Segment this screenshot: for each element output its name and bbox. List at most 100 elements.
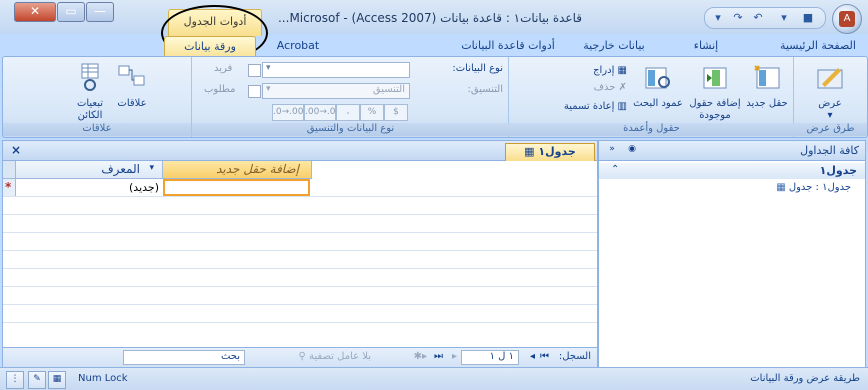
empty-row — [3, 287, 597, 305]
required-checkbox[interactable] — [248, 85, 261, 98]
first-record-button[interactable]: ⏮ — [540, 350, 549, 364]
window-title: قاعدة بيانات١ : قاعدة بيانات (Access 200… — [277, 11, 582, 25]
datasheet-view-icon[interactable]: ▦ — [48, 371, 66, 389]
last-record-button[interactable]: ⏭ — [434, 350, 443, 364]
insert-label: إدراج — [593, 65, 615, 76]
nav-pane-header[interactable]: كافة الجداول ◉ » — [599, 141, 865, 161]
new-record-field-cell[interactable] — [163, 179, 310, 196]
tab-external-data[interactable]: بيانات خارجية — [572, 36, 656, 56]
column-sort-arrow-icon: ▾ — [149, 163, 154, 173]
data-type-combo[interactable]: ▾ — [262, 62, 410, 78]
close-window-button[interactable]: ✕ — [14, 2, 56, 22]
filter-label: بلا عامل تصفية — [309, 351, 371, 362]
office-button[interactable]: A — [832, 4, 862, 34]
customize-icon[interactable]: ▾ — [711, 11, 725, 25]
document-tabs: × جدول١ ▦ — [3, 141, 597, 161]
undo-dropdown-icon[interactable]: ▾ — [777, 11, 791, 25]
tab-home[interactable]: الصفحة الرئيسية — [776, 36, 860, 56]
office-logo-icon: A — [839, 11, 855, 27]
format-combo-value: التنسيق — [372, 84, 405, 95]
tab-datasheet[interactable]: ورقة بيانات — [164, 36, 256, 57]
view-button[interactable]: عرض ▾ — [804, 62, 856, 122]
nav-pane-title: كافة الجداول — [800, 144, 859, 157]
comma-button[interactable]: ، — [336, 104, 360, 121]
decrease-decimals-button[interactable]: ‎.00→.0 — [304, 104, 336, 121]
column-header-add-field[interactable]: إضافة حقل جديد — [163, 161, 312, 179]
datasheet-grid: المعرف ▾ إضافة حقل جديد * (جديد) — [3, 161, 597, 347]
group-relationships-label: علاقات — [3, 123, 191, 136]
access-window: ✕ ▭ — أدوات الجدول قاعدة بيانات١ : قاعدة… — [0, 0, 868, 390]
search-box[interactable]: بحث — [123, 350, 245, 365]
record-label: السجل: — [558, 351, 591, 362]
filter-status[interactable]: بلا عامل تصفية ⚲ — [299, 350, 371, 364]
datasheet-document: × جدول١ ▦ المعرف ▾ إضافة حقل جديد * (جدي… — [2, 140, 598, 368]
group-data-type-formatting-label: نوع البيانات والتنسيق — [192, 123, 509, 136]
new-record-id-value: (جديد) — [129, 181, 159, 194]
design-view-icon[interactable]: ✎ — [28, 371, 46, 389]
group-data-type-formatting: نوع البيانات: ▾ التنسيق: التنسيق ▾ $ % ،… — [191, 57, 509, 137]
new-record-button[interactable]: ▸✱ — [414, 350, 427, 364]
document-tab-table1[interactable]: جدول١ ▦ — [505, 143, 595, 161]
record-position-value: ١ ل ١ — [489, 351, 514, 362]
delete-column-button[interactable]: ✗ حذف — [549, 82, 627, 93]
new-field-label: حقل جديد — [746, 98, 788, 109]
close-document-icon[interactable]: × — [11, 143, 21, 157]
ribbon: عرض ▾ طرق عرض حقل جديد إضافة حقول موجودة… — [2, 56, 868, 138]
navigation-pane: كافة الجداول ◉ » ⌃ جدول١ جدول١ : جدول ▦ — [598, 140, 866, 368]
group-views: عرض ▾ طرق عرض — [793, 57, 867, 137]
delete-column-icon: ✗ — [615, 82, 627, 93]
collapse-group-icon: ⌃ — [611, 164, 620, 175]
select-all-corner[interactable] — [3, 161, 16, 179]
empty-row — [3, 305, 597, 323]
nav-pane-menu-icon[interactable]: ◉ — [625, 144, 639, 156]
table-icon: ▦ — [524, 145, 535, 158]
group-fields-columns-label: حقول وأعمدة — [509, 123, 794, 136]
rename-label: إعادة تسمية — [563, 101, 615, 112]
empty-row — [3, 215, 597, 233]
current-record-field[interactable]: ١ ل ١ — [461, 350, 519, 365]
maximize-window-button[interactable]: ▭ — [57, 2, 85, 22]
new-record-id-cell[interactable]: (جديد) — [17, 179, 163, 196]
new-record-selector[interactable]: * — [3, 179, 16, 196]
previous-record-button[interactable]: ◂ — [530, 350, 535, 364]
undo-icon[interactable]: ↶ — [751, 11, 765, 25]
ribbon-tabs: ? الصفحة الرئيسية إنشاء بيانات خارجية أد… — [0, 34, 868, 86]
unique-checkbox[interactable] — [248, 64, 261, 77]
save-icon[interactable]: ■ — [801, 11, 815, 25]
increase-decimals-button[interactable]: ‎.0→.00 — [272, 104, 304, 121]
search-placeholder: بحث — [220, 351, 240, 362]
currency-button[interactable]: $ — [384, 104, 408, 121]
nav-group-header[interactable]: ⌃ جدول١ — [599, 163, 865, 179]
relationships-icon — [118, 65, 145, 86]
redo-icon[interactable]: ↷ — [731, 11, 745, 25]
tab-database-tools[interactable]: أدوات قاعدة البيانات — [448, 36, 568, 56]
add-existing-fields-button[interactable]: إضافة حقول موجودة — [687, 62, 743, 122]
minimize-window-button[interactable]: — — [86, 2, 114, 22]
nav-pane-shutter-icon[interactable]: » — [605, 144, 619, 156]
format-combo[interactable]: التنسيق ▾ — [262, 83, 410, 99]
column-header-id[interactable]: المعرف ▾ — [16, 161, 163, 179]
empty-row — [3, 251, 597, 269]
format-label: التنسيق: — [467, 84, 503, 95]
insert-column-button[interactable]: ▦ إدراج — [549, 65, 627, 76]
pivot-view-icon[interactable]: ⋮ — [6, 371, 24, 389]
new-field-button[interactable]: حقل جديد — [745, 62, 789, 110]
next-record-button[interactable]: ▸ — [452, 350, 457, 364]
combo-arrow-icon: ▾ — [266, 63, 271, 73]
tab-acrobat[interactable]: Acrobat — [268, 36, 328, 56]
relationships-button[interactable]: علاقات — [109, 62, 155, 110]
new-field-icon — [754, 65, 780, 89]
percent-button[interactable]: % — [360, 104, 384, 121]
delete-label: حذف — [593, 82, 616, 93]
lookup-column-button[interactable]: عمود البحث — [633, 62, 683, 110]
group-relationships: علاقات تبعيات الكائن علاقات — [3, 57, 191, 137]
tab-create[interactable]: إنشاء — [684, 36, 728, 56]
column-header-id-label: المعرف — [101, 162, 140, 176]
status-bar: طريقة عرض ورقة البيانات Num Lock ▦ ✎ ⋮ — [0, 367, 868, 390]
rename-column-button[interactable]: ▥ إعادة تسمية — [517, 101, 627, 112]
record-navigation-bar: السجل: ⏮ ◂ ١ ل ١ ▸ ⏭ ▸✱ بلا عامل تصفية ⚲… — [3, 347, 597, 367]
nav-item-table1[interactable]: جدول١ : جدول ▦ — [776, 182, 851, 193]
object-dependencies-button[interactable]: تبعيات الكائن — [67, 62, 113, 122]
column-header-add-field-label: إضافة حقل جديد — [216, 162, 299, 176]
table-icon: ▦ — [776, 182, 786, 193]
